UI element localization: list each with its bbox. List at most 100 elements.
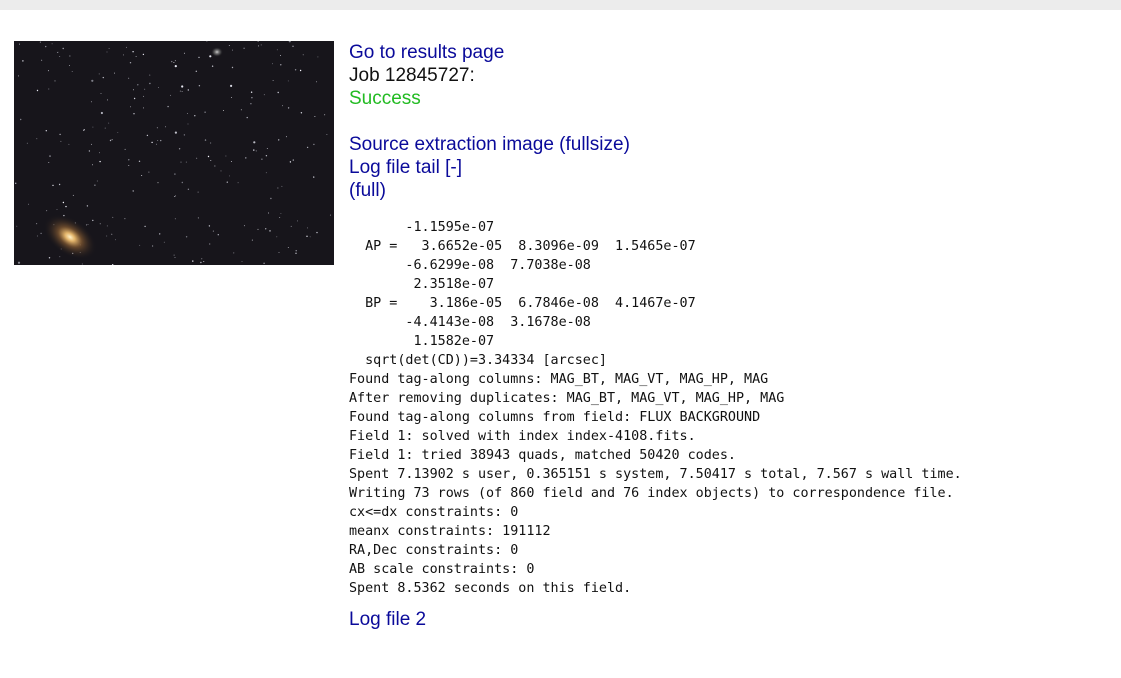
- star: [324, 114, 326, 116]
- star: [117, 131, 119, 133]
- star: [135, 56, 137, 57]
- star: [157, 140, 159, 142]
- star: [141, 175, 143, 176]
- star: [114, 72, 115, 74]
- star: [280, 55, 281, 57]
- star: [306, 146, 309, 149]
- log-line: sqrt(det(CD))=3.34334 [arcsec]: [349, 353, 607, 368]
- star: [22, 60, 24, 62]
- star: [289, 161, 292, 163]
- job-label: Job 12845727:: [349, 65, 475, 86]
- star: [52, 184, 54, 187]
- star: [174, 65, 177, 68]
- star: [149, 82, 151, 85]
- star: [302, 54, 304, 56]
- star: [181, 181, 183, 184]
- star: [48, 161, 50, 163]
- star: [112, 216, 114, 218]
- log-line: -4.4143e-08 3.1678e-08: [349, 315, 591, 330]
- star: [204, 139, 207, 141]
- star: [92, 219, 94, 222]
- star: [85, 224, 87, 226]
- star: [45, 130, 47, 132]
- star: [46, 210, 48, 212]
- star: [106, 51, 108, 53]
- star: [54, 80, 56, 82]
- star: [156, 127, 158, 129]
- star: [192, 260, 194, 262]
- star: [280, 64, 282, 66]
- star: [111, 139, 113, 141]
- star: [195, 70, 197, 72]
- star: [99, 160, 101, 163]
- star: [183, 134, 186, 136]
- results-page-link[interactable]: Go to results page: [349, 42, 504, 63]
- star: [15, 182, 17, 184]
- star: [51, 43, 53, 45]
- star: [59, 56, 61, 58]
- star: [151, 141, 153, 144]
- star: [132, 190, 134, 192]
- star: [185, 236, 188, 238]
- source-extraction-link[interactable]: Source extraction image (fullsize): [349, 134, 630, 155]
- log-file-2-link[interactable]: Log file 2: [349, 609, 426, 630]
- star: [287, 107, 290, 109]
- star: [212, 230, 214, 232]
- star: [208, 225, 211, 227]
- star: [211, 65, 214, 67]
- star: [279, 216, 281, 218]
- full-log-link[interactable]: (full): [349, 180, 386, 201]
- field-thumbnail-image[interactable]: [14, 41, 334, 265]
- star: [124, 218, 126, 220]
- star: [233, 252, 235, 254]
- star: [178, 148, 181, 150]
- star: [269, 230, 271, 232]
- log-line: Spent 7.13902 s user, 0.365151 s system,…: [349, 467, 962, 482]
- star: [316, 231, 318, 234]
- star: [175, 195, 177, 197]
- star: [243, 47, 245, 49]
- star: [214, 165, 216, 167]
- star: [210, 160, 212, 162]
- star: [17, 75, 19, 77]
- star: [276, 49, 278, 51]
- star: [243, 225, 245, 227]
- star: [300, 112, 303, 114]
- star: [278, 251, 280, 253]
- star: [173, 254, 175, 256]
- star: [133, 113, 135, 115]
- star: [266, 148, 268, 149]
- log-line: After removing duplicates: MAG_BT, MAG_V…: [349, 391, 785, 406]
- star: [220, 170, 222, 172]
- log-file-tail-link[interactable]: Log file tail [-]: [349, 157, 462, 178]
- star: [194, 115, 196, 117]
- star: [62, 47, 64, 50]
- star: [292, 159, 294, 161]
- star: [132, 89, 134, 91]
- star: [209, 243, 211, 245]
- star: [102, 76, 105, 79]
- star: [230, 84, 233, 87]
- star: [19, 43, 20, 45]
- star: [36, 89, 39, 92]
- log-line: cx<=dx constraints: 0: [349, 505, 519, 520]
- star: [36, 235, 38, 237]
- star: [174, 131, 177, 134]
- star: [57, 51, 59, 53]
- star: [187, 188, 190, 190]
- star: [181, 91, 183, 92]
- star: [196, 157, 198, 159]
- star: [265, 155, 268, 157]
- star: [222, 109, 224, 111]
- star: [251, 239, 253, 241]
- star: [26, 142, 28, 144]
- star: [60, 140, 62, 142]
- star: [295, 252, 297, 254]
- star: [28, 203, 30, 205]
- star: [128, 77, 130, 79]
- star: [170, 94, 172, 96]
- log-line: Spent 8.5362 seconds on this field.: [349, 581, 632, 596]
- log-line: -1.1595e-07: [349, 220, 495, 235]
- star: [229, 175, 230, 177]
